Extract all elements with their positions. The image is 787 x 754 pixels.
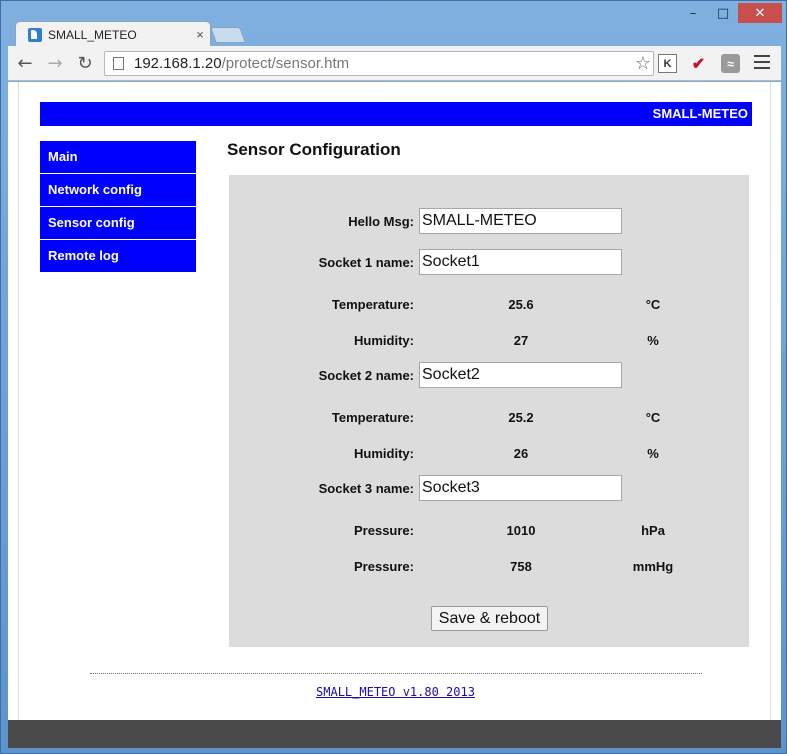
minimize-button[interactable]: – (678, 3, 708, 23)
pressure-unit: mmHg (632, 559, 674, 574)
temperature-unit: °C (645, 297, 661, 312)
socket3-name-row: Socket 3 name: (229, 475, 749, 501)
humidity-unit: % (647, 446, 659, 461)
sidebar-item-sensor-config[interactable]: Sensor config (40, 207, 196, 239)
browser-window: – □ ✕ SMALL_METEO × ← → ↻ 192.168.1.20/p… (0, 0, 787, 754)
save-reboot-button[interactable]: Save & reboot (431, 606, 548, 631)
status-area (8, 720, 781, 748)
temperature-label: Temperature: (331, 297, 414, 312)
favicon-icon (28, 27, 42, 42)
socket2-name-label: Socket 2 name: (318, 368, 414, 383)
pressure-value: 1010 (506, 523, 536, 538)
kaspersky-extension-icon[interactable]: ✔ (689, 54, 708, 73)
page-title: Sensor Configuration (227, 140, 401, 159)
reload-icon[interactable]: ↻ (72, 51, 98, 75)
humidity-value: 26 (513, 446, 529, 461)
tab-title: SMALL_METEO (48, 27, 137, 42)
socket1-temperature-row: Temperature: 25.6 °C (229, 291, 749, 317)
page-icon (113, 57, 124, 70)
temperature-unit: °C (645, 410, 661, 425)
humidity-unit: % (647, 333, 659, 348)
socket1-name-label: Socket 1 name: (318, 255, 414, 270)
rss-extension-icon[interactable]: ≈ (721, 54, 740, 73)
socket2-humidity-row: Humidity: 26 % (229, 440, 749, 466)
new-tab-button[interactable] (210, 27, 246, 43)
sidebar-item-main[interactable]: Main (40, 141, 196, 173)
forward-arrow-icon[interactable]: → (42, 51, 68, 75)
pressure-label: Pressure: (354, 523, 414, 538)
humidity-label: Humidity: (354, 446, 414, 461)
address-bar[interactable]: 192.168.1.20/protect/sensor.htm ☆ (104, 51, 654, 76)
pressure-hpa-row: Pressure: 1010 hPa (229, 517, 749, 543)
back-arrow-icon[interactable]: ← (12, 51, 38, 75)
pressure-unit: hPa (641, 523, 665, 538)
humidity-label: Humidity: (354, 333, 414, 348)
temperature-label: Temperature: (331, 410, 414, 425)
header-brand: SMALL-METEO (40, 102, 752, 126)
page-viewport: SMALL-METEO Main Network config Sensor c… (8, 82, 781, 720)
bookmark-star-icon[interactable]: ☆ (635, 53, 651, 74)
url-host: 192.168.1.20 (134, 55, 222, 72)
hello-msg-row: Hello Msg: (229, 208, 749, 234)
socket1-humidity-row: Humidity: 27 % (229, 327, 749, 353)
page-body: SMALL-METEO Main Network config Sensor c… (18, 82, 771, 720)
url-path: /protect/sensor.htm (221, 55, 350, 72)
socket1-name-row: Socket 1 name: (229, 249, 749, 275)
sidebar-nav: Main Network config Sensor config Remote… (40, 141, 196, 273)
humidity-value: 27 (513, 333, 529, 348)
pressure-mmhg-row: Pressure: 758 mmHg (229, 553, 749, 579)
sidebar-item-network-config[interactable]: Network config (40, 174, 196, 206)
k-extension-icon[interactable]: K (658, 54, 677, 73)
temperature-value: 25.2 (508, 410, 534, 425)
sensor-config-form: Hello Msg: Socket 1 name: Temperature: 2… (229, 175, 749, 647)
browser-tab[interactable]: SMALL_METEO × (15, 21, 211, 47)
socket3-name-input[interactable] (419, 475, 622, 501)
sidebar-item-remote-log[interactable]: Remote log (40, 240, 196, 272)
maximize-button[interactable]: □ (708, 3, 738, 23)
window-controls: – □ ✕ (678, 3, 782, 25)
tab-close-icon[interactable]: × (190, 27, 210, 42)
close-window-button[interactable]: ✕ (738, 3, 782, 23)
socket2-temperature-row: Temperature: 25.2 °C (229, 404, 749, 430)
socket1-name-input[interactable] (419, 249, 622, 275)
socket3-name-label: Socket 3 name: (318, 481, 414, 496)
hello-msg-label: Hello Msg: (348, 214, 414, 229)
footer-divider (90, 673, 702, 674)
pressure-label: Pressure: (354, 559, 414, 574)
hello-msg-input[interactable] (419, 208, 622, 234)
socket2-name-row: Socket 2 name: (229, 362, 749, 388)
temperature-value: 25.6 (508, 297, 534, 312)
pressure-value: 758 (510, 559, 532, 574)
version-link[interactable]: SMALL_METEO v1.80 2013 (19, 685, 772, 699)
browser-menu-icon[interactable] (754, 55, 770, 69)
browser-toolbar: ← → ↻ 192.168.1.20/protect/sensor.htm ☆ … (8, 46, 781, 81)
socket2-name-input[interactable] (419, 362, 622, 388)
